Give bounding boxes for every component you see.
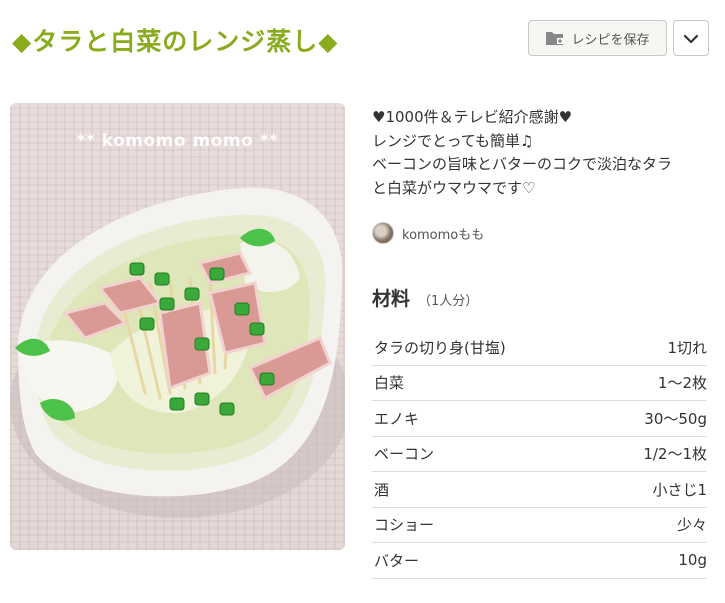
- avatar[interactable]: [372, 222, 394, 244]
- ingredient-quantity: 10g: [678, 551, 707, 570]
- author-name[interactable]: komomoもも: [402, 224, 484, 243]
- ingredient-quantity: 小さじ1: [652, 480, 707, 499]
- description-line: ベーコンの旨味とバターのコクで淡泊なタラ: [372, 155, 673, 173]
- ingredient-row: タラの切り身(甘塩) 1切れ: [372, 330, 707, 366]
- ingredient-name: ベーコン: [374, 445, 435, 464]
- ingredient-name: タラの切り身(甘塩): [374, 338, 506, 357]
- author-link[interactable]: komomoもも: [372, 222, 484, 244]
- description-line: ♥1000件＆テレビ紹介感謝♥: [372, 108, 573, 126]
- ingredient-quantity: 30～50g: [644, 409, 707, 428]
- ingredient-name: バター: [374, 551, 420, 570]
- servings-label: （1人分）: [418, 294, 479, 309]
- description-line: と白菜がウマウマです♡: [372, 178, 536, 197]
- recipe-photo[interactable]: ** komomo momo **: [10, 103, 345, 550]
- ingredients-title: 材料: [372, 288, 411, 310]
- save-recipe-label: レシピを保存: [571, 32, 650, 48]
- ingredient-name: 白菜: [374, 374, 405, 393]
- recipe-title: ◆タラと白菜のレンジ蒸し◆: [12, 27, 339, 56]
- ingredient-row: 白菜 1～2枚: [372, 366, 707, 401]
- dish-illustration: [10, 187, 345, 518]
- ingredient-name: エノキ: [374, 409, 420, 428]
- ingredient-quantity: 1～2枚: [657, 374, 707, 393]
- ingredients-list: タラの切り身(甘塩) 1切れ 白菜 1～2枚 エノキ 30～50g ベーコン 1…: [372, 330, 707, 579]
- ingredient-name: 酒: [374, 480, 390, 499]
- folder-plus-icon: [545, 29, 565, 47]
- description-line: レンジでとっても簡単♫: [372, 131, 534, 150]
- recipe-description: ♥1000件＆テレビ紹介感謝♥ レンジでとっても簡単♫ ベーコンの旨味とバターの…: [372, 106, 707, 200]
- ingredients-header: 材料 （1人分）: [372, 284, 478, 311]
- ingredient-row: 酒 小さじ1: [372, 472, 707, 508]
- ingredient-quantity: 1/2～1枚: [643, 445, 707, 464]
- ingredient-row: ベーコン 1/2～1枚: [372, 437, 707, 472]
- ingredient-quantity: 1切れ: [667, 338, 707, 357]
- photo-watermark: ** komomo momo **: [76, 131, 279, 151]
- ingredient-row: エノキ 30～50g: [372, 401, 707, 437]
- ingredient-row: コショー 少々: [372, 508, 707, 543]
- save-recipe-button[interactable]: レシピを保存: [528, 20, 667, 56]
- ingredient-quantity: 少々: [676, 516, 707, 535]
- ingredient-row: バター 10g: [372, 543, 707, 579]
- more-menu-button[interactable]: [673, 20, 709, 56]
- ingredient-name: コショー: [374, 516, 435, 535]
- chevron-down-icon: [683, 29, 699, 48]
